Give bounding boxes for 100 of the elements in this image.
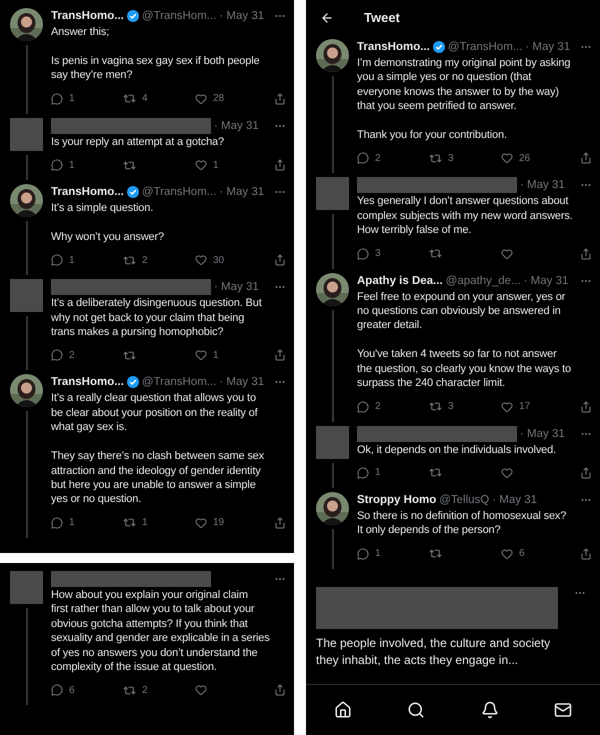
retweet-icon[interactable]	[429, 547, 442, 560]
retweet-icon[interactable]	[429, 400, 442, 413]
tweet-date[interactable]: · May 31	[219, 10, 264, 22]
tweet-text: Answer this; Is penis in vagina sex gay sex if both people say they’re men?	[51, 25, 260, 83]
tweet-date[interactable]: · May 31	[520, 179, 565, 192]
notifications-icon[interactable]	[480, 701, 499, 719]
reply-icon[interactable]	[51, 684, 63, 696]
author-name[interactable]: TransHomo...	[357, 41, 430, 53]
author-handle[interactable]: @TellusQ	[439, 494, 490, 506]
like-icon[interactable]	[195, 159, 207, 172]
like-count: 17	[519, 401, 530, 412]
like-icon[interactable]	[501, 152, 513, 164]
share-icon[interactable]	[580, 400, 592, 412]
share-icon[interactable]	[580, 152, 592, 164]
redacted-avatar	[10, 279, 43, 312]
like-icon[interactable]	[501, 548, 513, 560]
reply-icon[interactable]	[51, 254, 63, 266]
retweet-icon[interactable]	[429, 152, 442, 165]
like-count: 1	[213, 160, 219, 171]
reply-count: 1	[69, 517, 75, 528]
like-icon[interactable]	[195, 254, 207, 266]
reply-count: 1	[69, 254, 75, 266]
back-icon[interactable]	[320, 10, 334, 24]
author-name[interactable]: TransHomo...	[51, 376, 124, 388]
retweet-icon[interactable]	[123, 92, 136, 106]
author-name[interactable]: TransHomo...	[51, 186, 124, 198]
share-icon[interactable]	[274, 684, 286, 696]
retweet-icon[interactable]	[123, 684, 136, 697]
share-icon[interactable]	[580, 466, 592, 479]
like-icon[interactable]	[501, 400, 513, 412]
like-icon[interactable]	[195, 516, 207, 529]
like-icon[interactable]	[195, 684, 207, 696]
tweet-date[interactable]: · May 31	[219, 186, 264, 198]
tweet-text: It’s a deliberately disingenuous question. But why not get back to your claim that being trans makes a pursing homophobic?	[51, 296, 263, 340]
share-icon[interactable]	[580, 248, 592, 260]
share-icon[interactable]	[274, 92, 286, 105]
tweet-date[interactable]: · May 31	[219, 376, 264, 388]
like-count: 26	[519, 152, 530, 164]
reply-count: 1	[375, 548, 381, 560]
reply-icon[interactable]	[51, 92, 63, 105]
retweet-icon[interactable]	[429, 247, 442, 260]
tweet-date[interactable]: · May 31	[214, 120, 259, 132]
like-icon[interactable]	[195, 349, 207, 362]
reply-icon[interactable]	[51, 349, 63, 362]
reply-count: 2	[69, 350, 75, 361]
tweet-date[interactable]: · May 31	[524, 274, 568, 287]
like-count: 6	[519, 548, 525, 560]
share-icon[interactable]	[274, 516, 286, 529]
tweet-date[interactable]: · May 31	[520, 428, 565, 440]
tweet-text: Feel free to expound on your answer, yes or no questions can obviously be answered in greater detail. You've taken 4 tweets so far to not answer the question, so clearly you know the ways to surpass the 240 character limit.	[357, 290, 572, 390]
retweet-icon[interactable]	[429, 466, 442, 480]
tweet-text: Yes generally I don’t answer questions about complex subjects with my new word answers. How terribly false of me.	[357, 194, 574, 238]
reply-icon[interactable]	[357, 152, 369, 164]
reply-icon[interactable]	[51, 516, 63, 529]
tweet-text: It’s a really clear question that allows you to be clear about your position on the reality of what gay sex is. They say there’s no clash between same sex attraction and the ideology of gender identity but here you are unable to answer a simple yes or no question.	[51, 391, 266, 507]
reply-icon[interactable]	[357, 466, 369, 479]
author-name[interactable]: TransHomo...	[51, 10, 124, 22]
retweet-count: 3	[448, 401, 454, 412]
reply-count: 1	[375, 467, 381, 478]
author-handle[interactable]: @TransHom...	[142, 186, 216, 198]
author-handle[interactable]: @TransHom...	[142, 376, 216, 388]
author-handle[interactable]: @TransHom...	[142, 10, 216, 22]
tweet-date[interactable]: · May 31	[214, 281, 259, 294]
tweet-text: The people involved, the culture and society they inhabit, the acts they engage in...	[316, 634, 552, 669]
reply-icon[interactable]	[51, 159, 63, 172]
like-count: 30	[213, 254, 224, 266]
messages-icon[interactable]	[554, 701, 572, 719]
home-icon[interactable]	[334, 701, 352, 719]
share-icon[interactable]	[580, 548, 592, 560]
reply-icon[interactable]	[357, 548, 369, 560]
redacted-avatar	[316, 426, 349, 458]
share-icon[interactable]	[274, 349, 286, 362]
like-count: 19	[213, 517, 224, 528]
retweet-icon[interactable]	[123, 254, 136, 267]
tweet-date[interactable]: · May 31	[525, 41, 570, 53]
author-handle[interactable]: @TransHom...	[448, 41, 522, 53]
reply-count: 1	[69, 93, 75, 104]
like-icon[interactable]	[501, 466, 513, 479]
reply-icon[interactable]	[357, 400, 369, 412]
author-name[interactable]: Stroppy Homo	[357, 494, 436, 506]
like-icon[interactable]	[195, 92, 207, 105]
retweet-count: 2	[142, 684, 148, 696]
redacted-avatar	[10, 118, 43, 151]
share-icon[interactable]	[274, 254, 286, 266]
like-icon[interactable]	[501, 248, 513, 260]
reply-count: 3	[375, 248, 381, 260]
share-icon[interactable]	[274, 159, 286, 172]
retweet-icon[interactable]	[123, 348, 136, 362]
tweet-text: Is your reply an attempt at a gotcha?	[51, 134, 225, 150]
retweet-icon[interactable]	[123, 516, 136, 530]
reply-count: 2	[375, 401, 381, 412]
reply-count: 2	[375, 152, 381, 164]
author-name[interactable]: Apathy is Dea...	[357, 274, 443, 287]
search-icon[interactable]	[407, 701, 426, 719]
author-handle[interactable]: @apathy_de...	[446, 274, 521, 287]
tweet-date[interactable]: · May 31	[492, 494, 538, 506]
reply-count: 6	[69, 684, 75, 696]
reply-icon[interactable]	[357, 248, 369, 260]
tweet-text: It’s a simple question. Why won’t you answer?	[51, 201, 166, 244]
retweet-icon[interactable]	[123, 158, 136, 172]
